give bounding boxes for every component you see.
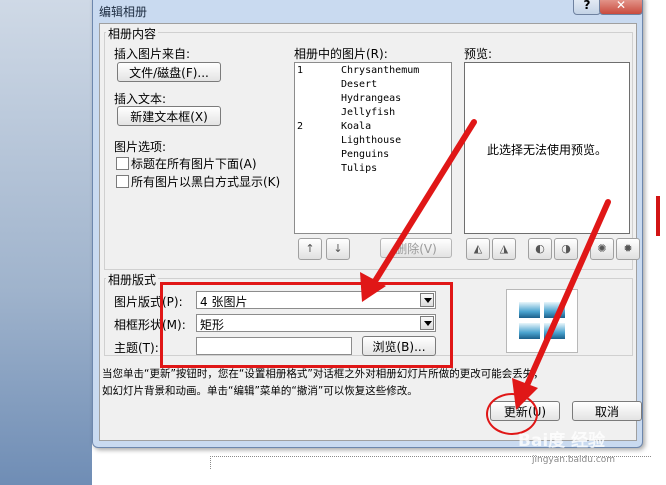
watermark-url: jingyan.baidu.com: [532, 455, 616, 465]
arrow-line-1: [369, 119, 477, 289]
arrow-head-1: [360, 272, 386, 302]
annotation-arrows: [360, 119, 611, 410]
arrow-line-2: [521, 199, 611, 395]
watermark-brand: Bai度 经验: [518, 431, 606, 451]
